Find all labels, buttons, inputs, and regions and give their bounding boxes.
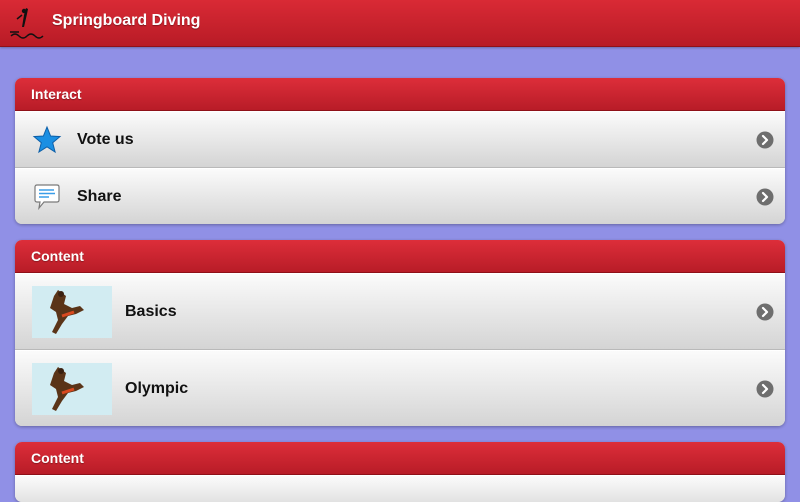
share-item[interactable]: Share — [15, 168, 785, 224]
diver-thumbnail — [32, 363, 112, 415]
content-section-2: Content — [15, 442, 785, 502]
basics-label: Basics — [125, 302, 177, 320]
chevron-right-icon — [756, 131, 774, 148]
star-icon — [32, 125, 62, 153]
section-header-content-2: Content — [15, 442, 785, 475]
chevron-right-icon — [756, 380, 774, 397]
list-item[interactable] — [15, 475, 785, 502]
diver-thumbnail — [32, 286, 112, 338]
speech-bubble-icon — [34, 183, 60, 210]
section-header-content: Content — [15, 240, 785, 273]
interact-section: Interact Vote us Share — [15, 78, 785, 224]
diver-logo-icon — [10, 8, 44, 39]
app-header: Springboard Diving — [0, 0, 800, 47]
app-title: Springboard Diving — [52, 12, 201, 29]
olympic-item[interactable]: Olympic — [15, 350, 785, 426]
olympic-label: Olympic — [125, 379, 189, 397]
basics-item[interactable]: Basics — [15, 273, 785, 350]
chevron-right-icon — [756, 303, 774, 320]
vote-us-item[interactable]: Vote us — [15, 111, 785, 168]
chevron-right-icon — [756, 188, 774, 205]
section-header-interact: Interact — [15, 78, 785, 111]
content-section: Content Basics Olympic — [15, 240, 785, 426]
share-label: Share — [77, 187, 122, 205]
vote-us-label: Vote us — [77, 130, 134, 148]
